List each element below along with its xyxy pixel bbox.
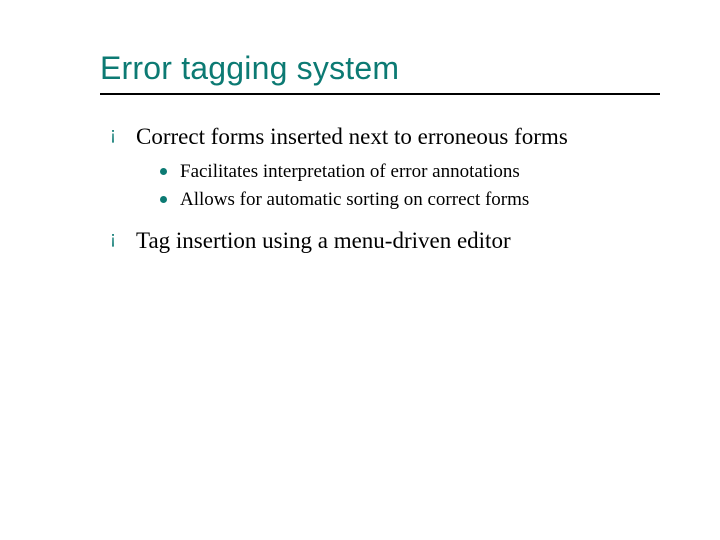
slide: Error tagging system Correct forms inser… <box>0 0 720 540</box>
list-item: Facilitates interpretation of error anno… <box>158 160 660 185</box>
list-item-text: Correct forms inserted next to erroneous… <box>136 124 568 149</box>
title-underline <box>100 93 660 95</box>
list-item: Allows for automatic sorting on correct … <box>158 188 660 213</box>
list-item-text: Tag insertion using a menu-driven editor <box>136 228 511 253</box>
list-item: Correct forms inserted next to erroneous… <box>110 123 660 213</box>
list-item-text: Facilitates interpretation of error anno… <box>180 161 520 182</box>
bullet-list-level2: Facilitates interpretation of error anno… <box>158 160 660 213</box>
slide-title: Error tagging system <box>100 50 660 87</box>
list-item-text: Allows for automatic sorting on correct … <box>180 189 529 210</box>
bullet-list-level1: Correct forms inserted next to erroneous… <box>110 123 660 256</box>
list-item: Tag insertion using a menu-driven editor <box>110 227 660 256</box>
